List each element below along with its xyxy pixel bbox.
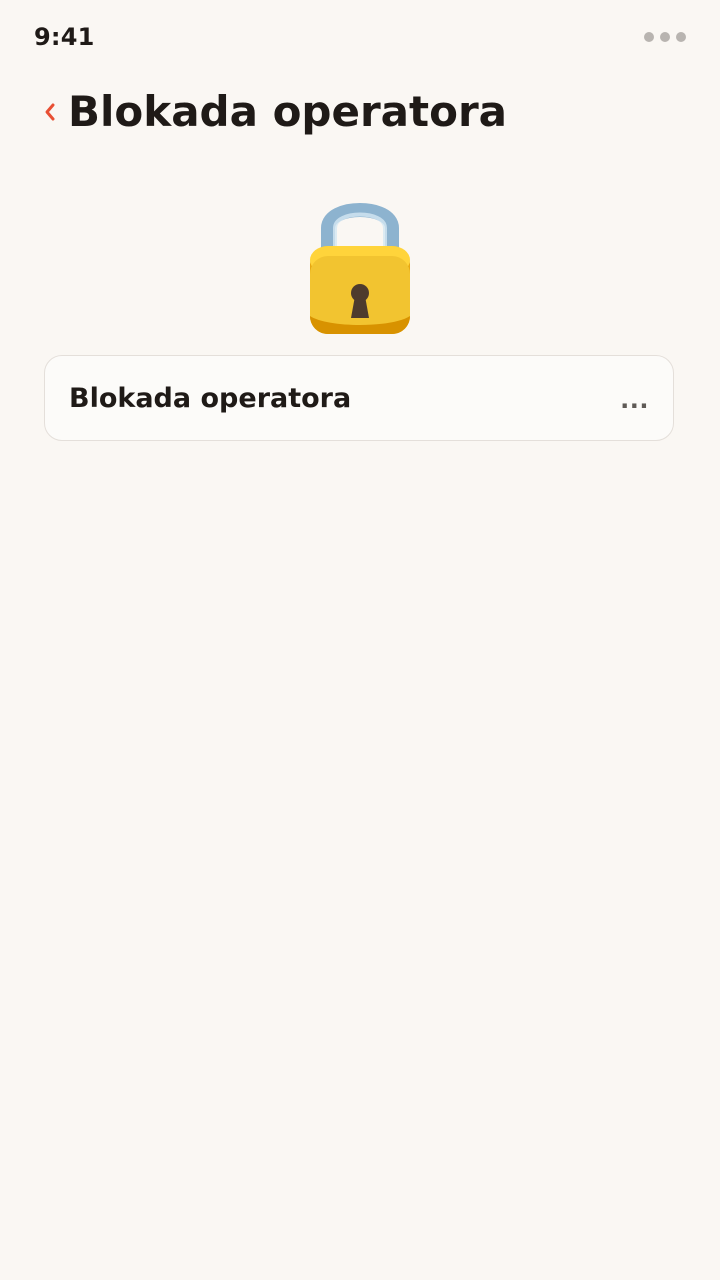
status-bar: 9:41 [0, 0, 720, 76]
status-time: 9:41 [34, 23, 95, 51]
back-button[interactable] [36, 94, 64, 130]
carrier-lock-label: Blokada operatora [69, 383, 352, 414]
more-dot [644, 32, 654, 42]
more-horizontal-icon[interactable] [644, 32, 686, 42]
carrier-lock-card[interactable]: Blokada operatora ... [44, 355, 674, 441]
page-header: Blokada operatora [0, 80, 720, 144]
more-dot [676, 32, 686, 42]
carrier-lock-value: ... [620, 386, 649, 414]
padlock-icon [300, 190, 420, 340]
page-title: Blokada operatora [68, 87, 508, 136]
more-dot [660, 32, 670, 42]
chevron-left-icon [45, 103, 55, 121]
